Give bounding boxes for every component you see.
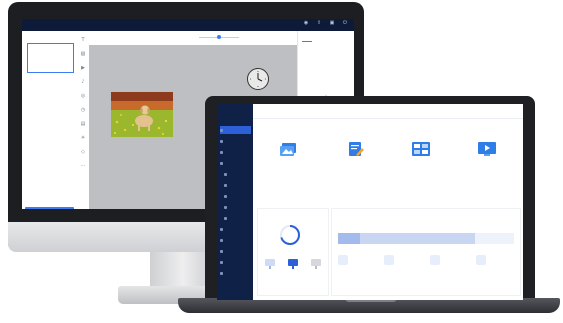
grid-layout-icon (412, 142, 430, 156)
edit-document-icon (349, 142, 364, 156)
monitor-icon (264, 255, 276, 269)
shape-tool-icon[interactable]: ◇ (80, 149, 86, 155)
more-tool-icon[interactable]: ⋯ (80, 163, 86, 169)
nav-item-icon (224, 216, 227, 220)
workflow-step[interactable] (389, 122, 453, 202)
stat-item (338, 255, 378, 267)
sidebar-nav-item[interactable] (220, 225, 251, 233)
sidebar-nav-item[interactable] (224, 203, 255, 211)
text-tool-icon[interactable]: T (80, 37, 86, 43)
sidebar-nav-item[interactable] (220, 159, 251, 167)
nav-item-icon (220, 260, 223, 264)
nav-item-icon (220, 271, 223, 275)
sidebar-nav-item[interactable] (224, 214, 255, 222)
file-icon (476, 255, 486, 265)
sidebar-nav-item[interactable] (220, 148, 251, 156)
add-page-button[interactable] (25, 207, 74, 209)
nav-item-icon (220, 238, 223, 242)
sidebar-nav-item[interactable] (220, 137, 251, 145)
device-status-ring (280, 225, 300, 245)
nav-item-icon (220, 227, 223, 231)
dashboard-top-bar (253, 104, 523, 119)
sidebar-nav-item[interactable] (220, 247, 251, 255)
monitor-icon (287, 255, 299, 269)
active-tab-indicator (302, 41, 312, 42)
workflow-steps (257, 122, 519, 202)
nav-item-icon (224, 194, 227, 198)
device-status-card (257, 208, 329, 296)
workflow-step[interactable] (257, 122, 321, 202)
save-icon: ▣ (329, 20, 335, 26)
stat-item (476, 255, 516, 267)
clock-widget[interactable] (247, 68, 269, 90)
clock-face-icon (250, 71, 266, 87)
workflow-step[interactable] (455, 122, 519, 202)
sidebar-nav-item[interactable] (220, 258, 251, 266)
stat-item (384, 255, 424, 267)
zoom-slider-handle[interactable] (217, 35, 221, 39)
image-icon (338, 255, 348, 265)
sidebar-nav-item[interactable] (220, 269, 251, 277)
audio-tool-icon[interactable]: ♪ (80, 79, 86, 85)
sidebar-nav-item[interactable] (224, 170, 255, 178)
weather-tool-icon[interactable]: ☀ (80, 135, 86, 141)
dashboard-sidebar (217, 104, 253, 300)
share-icon: ⇪ (316, 20, 322, 26)
editor-top-bar: ◉ ⇪ ▣ ⏻ (22, 19, 354, 31)
sidebar-nav-item[interactable] (220, 236, 251, 244)
page-list-panel (22, 31, 78, 209)
storage-usage-card (331, 208, 521, 296)
eye-icon: ◉ (303, 20, 309, 26)
editor-title (152, 21, 232, 29)
workflow-step[interactable] (323, 122, 387, 202)
image-tool-icon[interactable]: ▧ (80, 51, 86, 57)
preview-button[interactable]: ◉ (300, 21, 312, 29)
share-button[interactable]: ⇪ (313, 21, 325, 29)
play-screen-icon (478, 142, 496, 156)
dog-in-field-picture (111, 92, 173, 137)
exit-icon: ⏻ (343, 20, 347, 26)
page-thumbnail[interactable] (27, 43, 74, 73)
nav-item-icon (220, 150, 223, 154)
nav-item-icon (224, 183, 227, 187)
document-tool-icon[interactable]: ▤ (80, 121, 86, 127)
nav-item-icon (220, 139, 223, 143)
storage-usage-bar (338, 233, 514, 244)
image-stack-icon (280, 143, 296, 156)
clock-tool-icon[interactable]: ◷ (80, 107, 86, 113)
storage-usage-head (338, 233, 360, 244)
nav-item-icon (224, 172, 227, 176)
nav-item-icon (220, 161, 223, 165)
exit-button[interactable]: ⏻ (339, 21, 351, 29)
sidebar-nav-item[interactable] (224, 192, 255, 200)
nav-item-icon (220, 128, 223, 132)
nav-item-icon (220, 249, 223, 253)
web-tool-icon[interactable]: ◎ (80, 93, 86, 99)
sidebar-nav-item[interactable] (224, 181, 255, 189)
sidebar-nav-item[interactable] (220, 126, 251, 134)
audio-icon (430, 255, 440, 265)
dog-photo-image[interactable] (111, 92, 173, 137)
save-button[interactable]: ▣ (326, 21, 338, 29)
canvas-toolbar (89, 31, 297, 46)
video-tool-icon[interactable]: ▶ (80, 65, 86, 71)
stat-item (430, 255, 470, 267)
monitor-icon (310, 255, 322, 269)
nav-item-icon (224, 205, 227, 209)
video-icon (384, 255, 394, 265)
dashboard-screen (217, 104, 523, 300)
